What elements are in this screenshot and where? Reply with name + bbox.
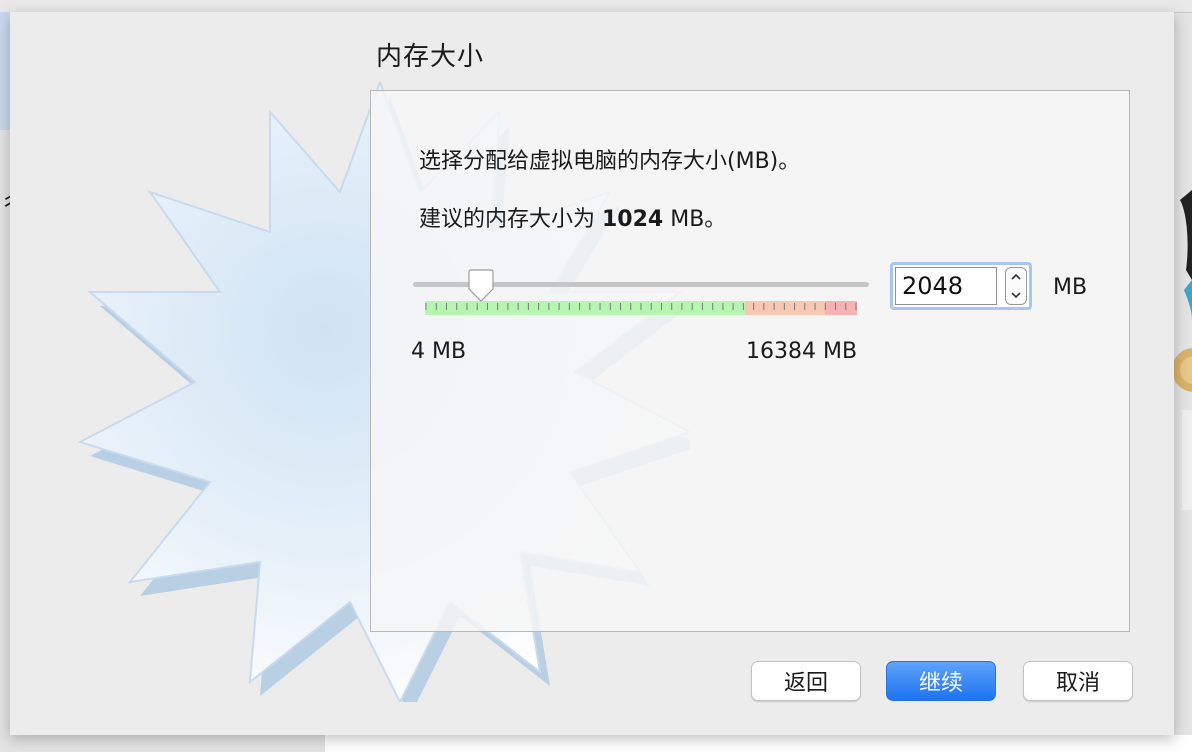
background-sidebar-strip bbox=[0, 12, 10, 130]
chevron-down-icon[interactable] bbox=[1006, 286, 1026, 304]
memory-description: 选择分配给虚拟电脑的内存大小(MB)。 bbox=[419, 149, 801, 174]
memory-slider[interactable] bbox=[411, 269, 871, 321]
memory-spinbox[interactable] bbox=[890, 262, 1032, 310]
memory-unit-label: MB bbox=[1053, 275, 1088, 300]
recommend-value: 1024 bbox=[602, 207, 664, 232]
scale-zone-orange bbox=[745, 301, 825, 315]
memory-panel: 选择分配给虚拟电脑的内存大小(MB)。 建议的内存大小为 1024 MB。 4 … bbox=[370, 90, 1130, 632]
slider-scale bbox=[425, 301, 857, 315]
slider-thumb[interactable] bbox=[466, 269, 496, 303]
cancel-button[interactable]: 取消 bbox=[1023, 661, 1133, 701]
page-title: 内存大小 bbox=[376, 42, 485, 72]
chevron-up-icon[interactable] bbox=[1006, 268, 1026, 286]
recommend-suffix: MB。 bbox=[663, 207, 727, 232]
recommended-memory-text: 建议的内存大小为 1024 MB。 bbox=[419, 201, 726, 233]
slider-max-label: 16384 MB bbox=[746, 339, 858, 364]
memory-size-dialog: 内存大小 选择分配给虚拟电脑的内存大小(MB)。 建议的内存大小为 1024 M… bbox=[10, 12, 1174, 735]
memory-size-input[interactable] bbox=[895, 267, 997, 305]
background-logo-fragment bbox=[1172, 180, 1192, 530]
scale-zone-red bbox=[825, 301, 857, 315]
spin-stepper[interactable] bbox=[1005, 267, 1027, 305]
recommend-prefix: 建议的内存大小为 bbox=[419, 207, 602, 232]
slider-min-label: 4 MB bbox=[411, 339, 467, 364]
continue-button[interactable]: 继续 bbox=[886, 661, 996, 701]
background-bottom-strip bbox=[325, 735, 1192, 752]
background-text-fragment: 彳 bbox=[0, 190, 10, 220]
back-button[interactable]: 返回 bbox=[751, 661, 861, 701]
scale-zone-green bbox=[425, 301, 745, 315]
